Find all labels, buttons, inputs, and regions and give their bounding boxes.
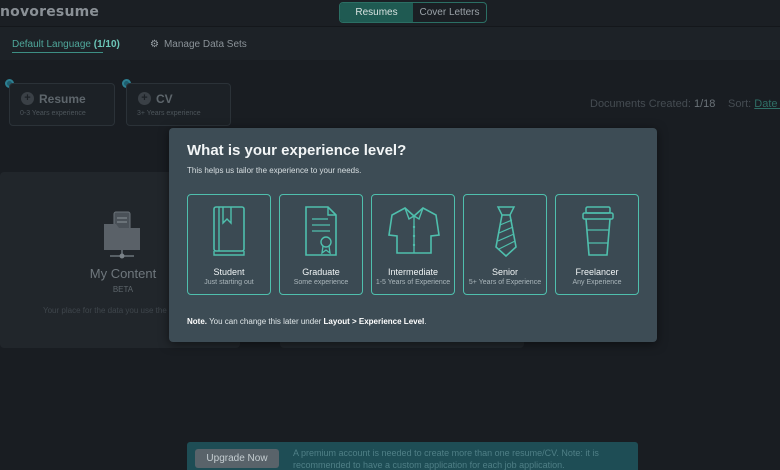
app-logo[interactable]: novoresume xyxy=(0,4,99,20)
resume-card[interactable]: + Resume 0-3 Years experience xyxy=(9,83,115,126)
level-desc: Just starting out xyxy=(204,279,254,286)
level-desc: Some experience xyxy=(293,279,349,286)
resume-card-subtitle: 0-3 Years experience xyxy=(20,110,86,117)
my-content-description: Your place for the data you use the xyxy=(43,306,167,315)
language-count: (1/10) xyxy=(93,39,120,50)
modal-title: What is your experience level? xyxy=(187,142,407,159)
plus-icon: + xyxy=(138,92,151,105)
level-name: Graduate xyxy=(302,267,340,277)
folder-icon xyxy=(102,210,142,265)
experience-level-modal: What is your experience level? This help… xyxy=(169,128,657,342)
documents-created: Documents Created: 1/18 xyxy=(590,98,715,110)
documents-created-value: 1/18 xyxy=(693,98,716,110)
sort-value[interactable]: Date A xyxy=(754,98,780,110)
experience-level-options: Student Just starting out Graduate Some … xyxy=(187,194,639,295)
book-icon xyxy=(213,206,245,256)
certificate-icon xyxy=(305,206,337,256)
level-name: Freelancer xyxy=(575,267,619,277)
plus-icon: + xyxy=(21,92,34,105)
note-path: Layout > Experience Level xyxy=(323,317,425,326)
note-text: You can change this later under xyxy=(209,317,322,326)
language-underline xyxy=(12,52,103,53)
cv-card[interactable]: + CV 3+ Years experience xyxy=(126,83,231,126)
note-suffix: . xyxy=(424,317,427,326)
level-name: Student xyxy=(213,267,245,277)
documents-created-label: Documents Created: xyxy=(590,98,691,110)
manage-data-sets-label: Manage Data Sets xyxy=(163,39,247,50)
level-option-freelancer[interactable]: Freelancer Any Experience xyxy=(555,194,639,295)
shirt-icon xyxy=(388,207,440,254)
tab-resumes[interactable]: Resumes xyxy=(340,3,413,22)
upgrade-message: A premium account is needed to create mo… xyxy=(293,448,599,470)
my-content-title: My Content xyxy=(89,266,157,281)
top-bar: novoresume Resumes Cover Letters xyxy=(0,0,780,26)
cv-card-title: CV xyxy=(156,92,173,106)
default-language-label: Default Language xyxy=(12,39,91,50)
level-option-student[interactable]: Student Just starting out xyxy=(187,194,271,295)
manage-data-sets-button[interactable]: ⚙ Manage Data Sets xyxy=(150,39,247,50)
cv-card-subtitle: 3+ Years experience xyxy=(137,110,201,117)
upgrade-now-button[interactable]: Upgrade Now xyxy=(195,449,279,468)
level-name: Senior xyxy=(491,267,518,277)
default-language-link[interactable]: Default Language (1/10) xyxy=(12,39,120,50)
sort-label: Sort: xyxy=(728,98,752,110)
level-name: Intermediate xyxy=(387,267,439,277)
beta-badge: BETA xyxy=(112,285,134,294)
coffee-cup-icon xyxy=(582,206,614,256)
document-type-switch: Resumes Cover Letters xyxy=(339,2,487,23)
level-option-senior[interactable]: Senior 5+ Years of Experience xyxy=(463,194,547,295)
note-prefix: Note. xyxy=(187,317,207,326)
level-option-intermediate[interactable]: Intermediate 1-5 Years of Experience xyxy=(371,194,455,295)
level-desc: 5+ Years of Experience xyxy=(468,279,542,286)
sort-control[interactable]: Sort: Date A xyxy=(728,98,780,110)
modal-subtitle: This helps us tailor the experience to y… xyxy=(187,166,362,175)
tie-icon xyxy=(495,206,517,258)
modal-note: Note. You can change this later under La… xyxy=(187,317,427,326)
level-desc: Any Experience xyxy=(572,279,622,286)
upgrade-banner: Upgrade Now A premium account is needed … xyxy=(187,442,638,470)
tab-cover-letters[interactable]: Cover Letters xyxy=(413,3,486,22)
level-option-graduate[interactable]: Graduate Some experience xyxy=(279,194,363,295)
sub-bar: Default Language (1/10) ⚙ Manage Data Se… xyxy=(0,26,780,60)
gear-icon: ⚙ xyxy=(150,39,159,50)
resume-card-title: Resume xyxy=(39,92,86,106)
level-desc: 1-5 Years of Experience xyxy=(375,279,451,286)
